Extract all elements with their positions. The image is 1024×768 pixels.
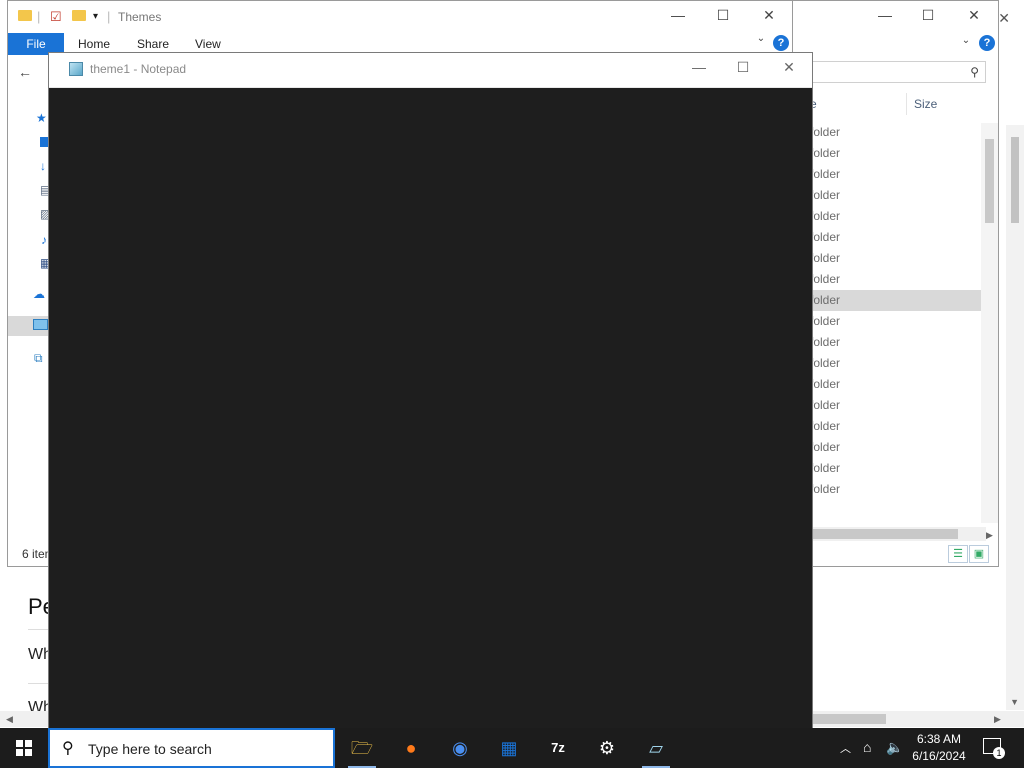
file-list: folder folder folder folder folder folder fold…: [790, 122, 988, 500]
column-size-header[interactable]: Size: [914, 97, 937, 111]
notepad-window[interactable]: theme1 - Notepad — ☐ ✕: [48, 52, 813, 734]
maximize-icon[interactable]: ☐: [713, 7, 733, 24]
scroll-left-icon[interactable]: ◀: [6, 714, 13, 725]
list-item[interactable]: folder: [790, 227, 988, 248]
scrollbar-thumb[interactable]: [810, 529, 958, 539]
minimize-icon[interactable]: —: [689, 59, 709, 75]
list-item[interactable]: folder: [790, 122, 988, 143]
background-vertical-scrollbar[interactable]: [1006, 125, 1024, 710]
chrome-icon[interactable]: ◉: [440, 732, 480, 768]
details-view-icon[interactable]: ☰: [948, 545, 968, 563]
taskbar-search-box[interactable]: ⚲: [48, 728, 335, 768]
list-item[interactable]: folder: [790, 185, 988, 206]
tab-share[interactable]: Share: [137, 37, 169, 51]
notepad-text-area[interactable]: [49, 88, 812, 733]
start-button[interactable]: [0, 728, 48, 768]
scroll-right-icon[interactable]: ▶: [994, 714, 1001, 725]
maximize-icon[interactable]: ☐: [918, 7, 938, 24]
divider: |: [107, 9, 111, 24]
scroll-right-icon[interactable]: ▶: [986, 530, 993, 541]
list-item[interactable]: folder: [790, 395, 988, 416]
window-caption: — ☐ ✕: [790, 1, 998, 31]
window-title: Themes: [118, 10, 162, 24]
help-icon[interactable]: ?: [979, 35, 995, 51]
large-icons-view-icon[interactable]: ▣: [969, 545, 989, 563]
list-item[interactable]: folder: [790, 164, 988, 185]
scrollbar-thumb[interactable]: [985, 139, 994, 223]
store-icon[interactable]: ▦: [489, 732, 529, 768]
clock-date: 6/16/2024: [912, 749, 966, 763]
chevron-down-icon[interactable]: ⌄: [751, 33, 771, 44]
divider: [28, 629, 48, 630]
list-item[interactable]: folder: [790, 416, 988, 437]
background-close-icon[interactable]: ✕: [998, 10, 1010, 27]
onedrive-icon[interactable]: ☁: [33, 287, 49, 301]
list-item[interactable]: folder: [790, 437, 988, 458]
close-icon[interactable]: ✕: [779, 59, 799, 76]
clock-time: 6:38 AM: [916, 732, 962, 746]
this-pc-icon[interactable]: [33, 319, 48, 330]
show-hidden-icons-chevron-icon[interactable]: ︿: [840, 740, 851, 756]
back-arrow-icon[interactable]: ←: [18, 64, 32, 80]
list-item[interactable]: folder: [790, 206, 988, 227]
tab-home[interactable]: Home: [78, 37, 110, 51]
quick-access-star-icon[interactable]: ★: [36, 111, 48, 125]
new-folder-icon[interactable]: [72, 9, 86, 24]
7zip-icon[interactable]: 7z: [538, 732, 578, 768]
close-icon[interactable]: ✕: [759, 7, 779, 24]
quick-access-dropdown-icon[interactable]: ▾: [93, 11, 98, 22]
minimize-icon[interactable]: —: [668, 7, 688, 23]
list-item[interactable]: folder: [790, 269, 988, 290]
settings-icon[interactable]: ⚙: [587, 732, 627, 768]
chevron-down-icon[interactable]: ⌄: [956, 35, 976, 46]
firefox-icon[interactable]: ●: [391, 732, 431, 768]
list-item[interactable]: folder: [790, 248, 988, 269]
help-icon[interactable]: ?: [773, 35, 789, 51]
list-vertical-scrollbar[interactable]: [981, 123, 998, 523]
notepad-icon: [69, 62, 83, 76]
window-title: theme1 - Notepad: [90, 62, 187, 76]
list-item[interactable]: folder: [810, 290, 986, 311]
window-caption: theme1 - Notepad — ☐ ✕: [49, 53, 812, 88]
taskbar: ⚲ 🗁●◉▦7z⚙▱ ︿ ⌂ 🔈 6:38 AM 6/16/2024 ≡ 1: [0, 728, 1024, 768]
minimize-icon[interactable]: —: [875, 7, 895, 23]
clock[interactable]: 6:38 AM 6/16/2024: [906, 731, 972, 765]
properties-icon[interactable]: ☑: [50, 9, 62, 25]
folder-icon: [18, 9, 32, 24]
scrollbar-thumb[interactable]: [806, 714, 886, 724]
close-icon[interactable]: ✕: [964, 7, 984, 24]
maximize-icon[interactable]: ☐: [733, 59, 753, 76]
notification-count-badge: 1: [993, 747, 1005, 759]
notepad-icon[interactable]: ▱: [636, 732, 676, 768]
search-input[interactable]: [88, 741, 328, 757]
search-box[interactable]: ⚲: [810, 61, 986, 83]
explorer-window-back[interactable]: — ☐ ✕ ⌄ ? ⚲ e Size folder folder folder fol…: [790, 0, 999, 567]
scrollbar-thumb[interactable]: [1011, 137, 1019, 223]
volume-muted-icon[interactable]: 🔈: [886, 739, 903, 756]
file-explorer-icon[interactable]: 🗁: [342, 732, 382, 768]
list-item[interactable]: folder: [790, 458, 988, 479]
network-status-icon[interactable]: ⌂: [863, 739, 871, 755]
list-horizontal-scrollbar[interactable]: [810, 527, 986, 541]
windows-logo-icon: [16, 740, 32, 756]
list-item[interactable]: folder: [790, 332, 988, 353]
column-header: e Size: [790, 93, 990, 115]
search-icon: ⚲: [970, 65, 979, 79]
view-switcher: ☰ ▣: [948, 545, 990, 563]
list-item[interactable]: folder: [790, 374, 988, 395]
tab-view[interactable]: View: [195, 37, 221, 51]
divider: [28, 683, 48, 684]
list-item[interactable]: folder: [790, 479, 988, 500]
network-icon[interactable]: ⧉: [34, 351, 46, 365]
scroll-down-icon[interactable]: ▼: [1010, 697, 1019, 707]
list-item[interactable]: folder: [790, 143, 988, 164]
list-item[interactable]: folder: [790, 311, 988, 332]
divider: |: [37, 9, 41, 24]
search-icon: ⚲: [62, 740, 74, 757]
window-caption: | ☑ ▾ | Themes — ☐ ✕: [8, 1, 792, 31]
column-separator[interactable]: [906, 93, 907, 115]
list-item[interactable]: folder: [790, 353, 988, 374]
